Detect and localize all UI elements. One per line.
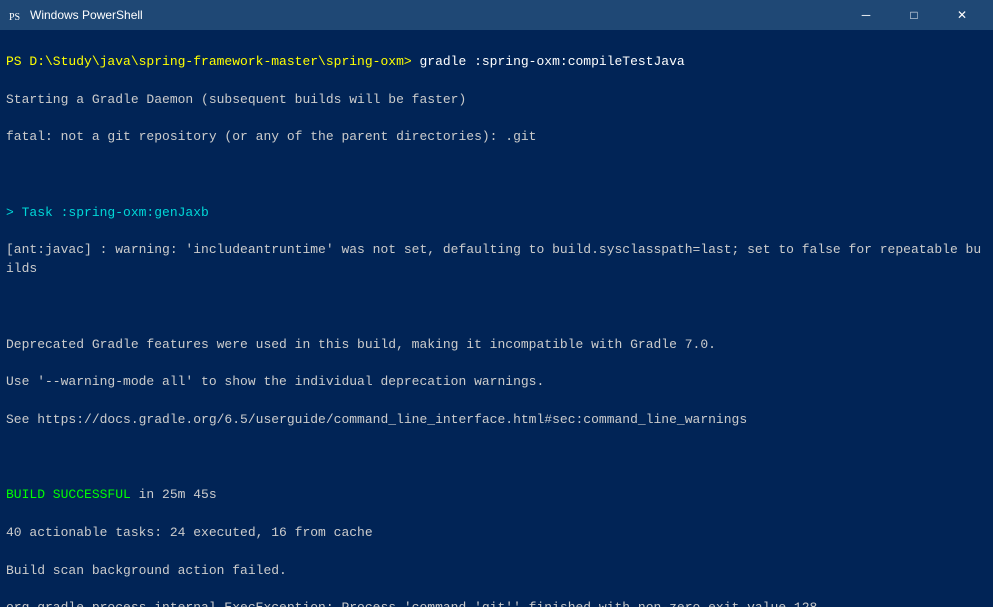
line-3: fatal: not a git repository (or any of t… (6, 128, 987, 147)
line-12: BUILD SUCCESSFUL in 25m 45s (6, 486, 987, 505)
line-10: See https://docs.gradle.org/6.5/userguid… (6, 411, 987, 430)
maximize-button[interactable]: □ (891, 0, 937, 30)
line-6: [ant:javac] : warning: 'includeantruntim… (6, 241, 987, 279)
line-4 (6, 166, 987, 185)
title-bar-left: PS Windows PowerShell (8, 7, 143, 23)
line-9: Use '--warning-mode all' to show the ind… (6, 373, 987, 392)
powershell-icon: PS (8, 7, 24, 23)
line-14: Build scan background action failed. (6, 562, 987, 581)
title-bar: PS Windows PowerShell ─ □ ✕ (0, 0, 993, 30)
line-8: Deprecated Gradle features were used in … (6, 336, 987, 355)
close-button[interactable]: ✕ (939, 0, 985, 30)
minimize-button[interactable]: ─ (843, 0, 889, 30)
line-2: Starting a Gradle Daemon (subsequent bui… (6, 91, 987, 110)
window-title: Windows PowerShell (30, 8, 143, 22)
terminal-output: PS D:\Study\java\spring-framework-master… (0, 30, 993, 607)
line-1: PS D:\Study\java\spring-framework-master… (6, 53, 987, 72)
line-11 (6, 449, 987, 468)
build-success-label: BUILD SUCCESSFUL (6, 487, 131, 502)
line-13: 40 actionable tasks: 24 executed, 16 fro… (6, 524, 987, 543)
line-7 (6, 298, 987, 317)
line-15: org.gradle.process.internal.ExecExceptio… (6, 599, 987, 607)
window-controls: ─ □ ✕ (843, 0, 985, 30)
line-5: > Task :spring-oxm:genJaxb (6, 204, 987, 223)
svg-text:PS: PS (9, 12, 20, 23)
